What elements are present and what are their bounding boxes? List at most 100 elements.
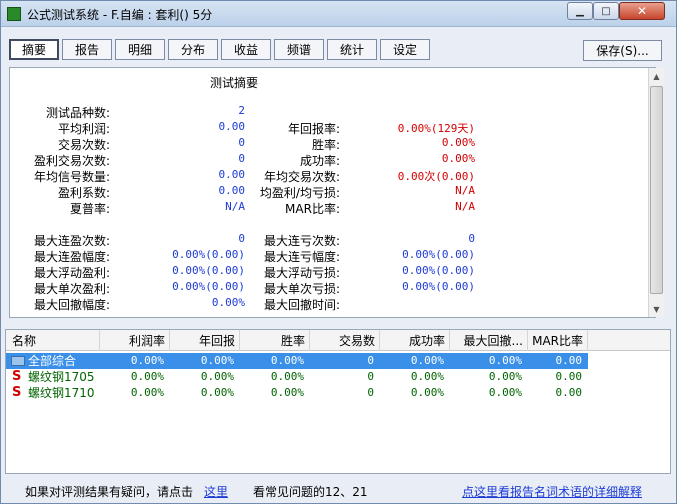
extreme-label: 最大浮动盈利:	[33, 266, 110, 280]
column-header-6[interactable]: 最大回撤...	[450, 330, 528, 351]
tab-6[interactable]: 统计	[327, 39, 377, 60]
column-header-7[interactable]: MAR比率	[528, 330, 588, 351]
scroll-down-icon[interactable]: ▼	[649, 301, 664, 317]
extreme-value: 0.00%(0.00)	[172, 264, 245, 277]
metric-label: 盈利交易次数:	[33, 154, 110, 168]
result-list: 名称 利润率 年回报 胜率 交易数 成功率 最大回撤... MAR比率 全部综合 0.00% 0.…	[5, 329, 671, 474]
list-header: 名称 利润率 年回报 胜率 交易数 成功率 最大回撤... MAR比率	[6, 330, 670, 351]
metric-value: 0.00	[218, 120, 246, 133]
glossary-link[interactable]: 点这里看报告名词术语的详细解释	[462, 483, 642, 500]
here-link[interactable]: 这里	[204, 483, 228, 500]
title-bar[interactable]: 公式测试系统 - F.自编 : 套利() 5分 ▁ □ ✕	[1, 1, 676, 27]
row-cell: 0.00%	[488, 370, 522, 383]
extreme-label: 最大单次盈利:	[33, 282, 110, 296]
tab-0[interactable]: 摘要	[9, 39, 59, 60]
metric-label: 胜率:	[311, 138, 340, 152]
extreme-label: 最大浮动亏损:	[263, 266, 340, 280]
metric-value: 0.00%	[441, 136, 475, 149]
row-cell: 0	[367, 386, 374, 399]
minimize-button[interactable]: ▁	[567, 2, 593, 20]
list-row[interactable]: 全部综合 0.00% 0.00% 0.00% 0 0.00% 0.00% 0.00	[6, 353, 670, 369]
extreme-label: 最大连盈次数:	[33, 234, 110, 248]
row-cell: 0.00%	[488, 386, 522, 399]
tab-2[interactable]: 明细	[115, 39, 165, 60]
footer-faq: 看常见问题的12、21	[253, 485, 368, 499]
list-horizontal-scrollbar[interactable]	[5, 474, 671, 480]
summary-title: 测试摘要	[210, 76, 259, 90]
metric-label: 年回报率:	[287, 122, 340, 136]
metric-label: 测试品种数:	[45, 106, 110, 120]
metric-value: 0.00%(129天)	[397, 122, 475, 135]
extreme-value: 0.00%(0.00)	[402, 248, 475, 261]
column-header-4[interactable]: 交易数	[310, 330, 380, 351]
list-row[interactable]: S 螺纹钢1710 0.00% 0.00% 0.00% 0 0.00% 0.00% 0.00	[6, 385, 670, 401]
metric-value: 0.00%	[441, 152, 475, 165]
metric-label: MAR比率:	[285, 202, 340, 216]
tab-bar: 摘要 报告 明细 分布 收益 频谱 统计 设定	[9, 39, 430, 61]
maximize-button[interactable]: □	[593, 2, 619, 20]
extreme-label: 最大连亏幅度:	[263, 250, 340, 264]
summary-scrollbar[interactable]: ▲ ▼	[648, 68, 664, 317]
row-cell: 0.00%	[270, 354, 304, 367]
app-icon	[7, 7, 21, 21]
metric-value: N/A	[455, 200, 475, 213]
column-header-2[interactable]: 年回报	[170, 330, 240, 351]
tab-4[interactable]: 收益	[221, 39, 271, 60]
extreme-label: 最大回撤幅度:	[33, 298, 110, 312]
metric-value: N/A	[225, 200, 245, 213]
metric-label: 盈利系数:	[57, 186, 110, 200]
row-cell: 0.00%	[270, 386, 304, 399]
row-cell: 0.00%	[488, 354, 522, 367]
column-header-0[interactable]: 名称	[6, 330, 100, 351]
tab-7[interactable]: 设定	[380, 39, 430, 60]
metric-label: 均盈利/均亏损:	[259, 186, 340, 200]
row-cell: 0	[367, 370, 374, 383]
row-cell: 0.00%	[200, 386, 234, 399]
tab-5[interactable]: 频谱	[274, 39, 324, 60]
metric-value: 0.00	[218, 168, 246, 181]
extreme-value: 0.00%(0.00)	[172, 248, 245, 261]
row-cell: 0.00%	[130, 386, 164, 399]
metric-value: N/A	[455, 184, 475, 197]
row-name: 螺纹钢1710	[28, 386, 95, 400]
metric-label: 夏普率:	[69, 202, 110, 216]
metric-value: 0.00	[218, 184, 246, 197]
row-cell: 0.00%	[130, 370, 164, 383]
metric-label: 平均利润:	[57, 122, 110, 136]
row-name: 全部综合	[28, 354, 77, 368]
extreme-label: 最大回撤时间:	[263, 298, 340, 312]
extreme-label: 最大连亏次数:	[263, 234, 340, 248]
column-header-3[interactable]: 胜率	[240, 330, 310, 351]
metric-label: 年均信号数量:	[33, 170, 110, 184]
scroll-thumb[interactable]	[650, 86, 663, 294]
window-title: 公式测试系统 - F.自编 : 套利() 5分	[27, 8, 213, 22]
list-row[interactable]: S 螺纹钢1705 0.00% 0.00% 0.00% 0 0.00% 0.00% 0.00	[6, 369, 670, 385]
footer-question: 如果对评测结果有疑问，请点击	[25, 485, 194, 499]
row-name: 螺纹钢1705	[28, 370, 95, 384]
column-header-5[interactable]: 成功率	[380, 330, 450, 351]
column-header-1[interactable]: 利润率	[100, 330, 170, 351]
symbol-s-icon: S	[12, 369, 22, 384]
row-cell: 0.00%	[410, 354, 444, 367]
scroll-up-icon[interactable]: ▲	[649, 68, 664, 84]
tab-3[interactable]: 分布	[168, 39, 218, 60]
extreme-label: 最大连盈幅度:	[33, 250, 110, 264]
metric-label: 成功率:	[299, 154, 340, 168]
save-button[interactable]: 保存(S)...	[583, 40, 662, 61]
app-window: 公式测试系统 - F.自编 : 套利() 5分 ▁ □ ✕ 摘要 报告 明细 分布 收益…	[0, 0, 677, 504]
row-cell: 0.00%	[200, 370, 234, 383]
extreme-value: 0.00%(0.00)	[172, 280, 245, 293]
extreme-value: 0	[468, 232, 475, 245]
close-button[interactable]: ✕	[619, 2, 665, 20]
tab-1[interactable]: 报告	[62, 39, 112, 60]
extreme-value: 0.00%(0.00)	[402, 280, 475, 293]
row-cell: 0.00	[555, 354, 583, 367]
metric-value: 0	[238, 136, 245, 149]
footer: 如果对评测结果有疑问，请点击 这里 看常见问题的12、21 点这里看报告名词术语…	[1, 483, 676, 503]
row-cell: 0.00%	[270, 370, 304, 383]
metric-label: 年均交易次数:	[263, 170, 340, 184]
extreme-value: 0	[238, 232, 245, 245]
row-cell: 0.00	[555, 386, 583, 399]
row-cell: 0.00	[555, 370, 583, 383]
row-cell: 0.00%	[130, 354, 164, 367]
